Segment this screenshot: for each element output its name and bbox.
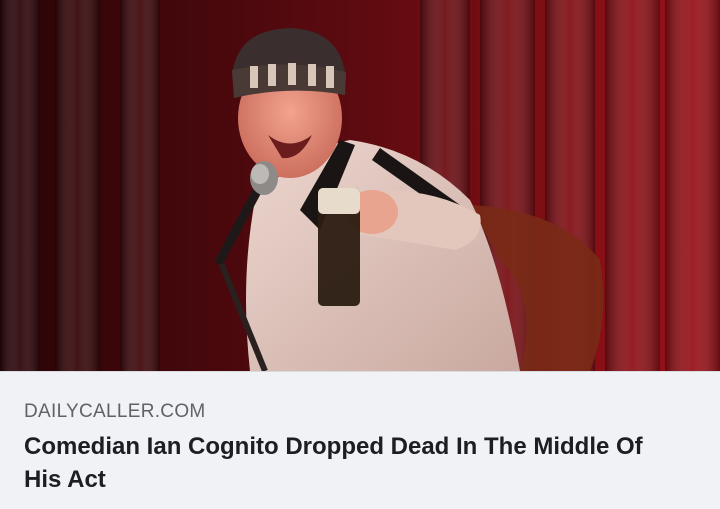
link-preview-text[interactable]: DAILYCALLER.COM Comedian Ian Cognito Dro…	[0, 371, 720, 509]
article-headline[interactable]: Comedian Ian Cognito Dropped Dead In The…	[24, 430, 684, 496]
photo-illustration	[0, 0, 720, 371]
link-preview-card[interactable]: DAILYCALLER.COM Comedian Ian Cognito Dro…	[0, 0, 720, 509]
source-domain: DAILYCALLER.COM	[24, 401, 206, 422]
article-photo[interactable]	[0, 0, 720, 371]
